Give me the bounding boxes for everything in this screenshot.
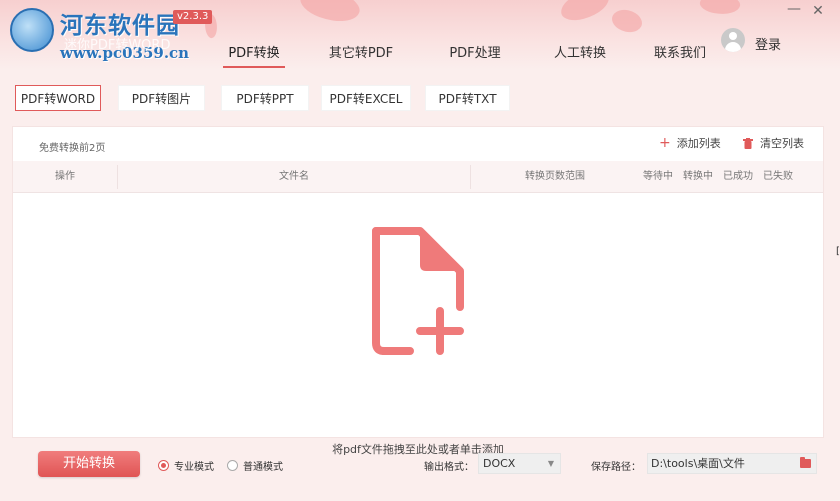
column-header-filename: 文件名 — [279, 171, 309, 182]
nav-tab-manual-convert[interactable]: 人工转换 — [530, 44, 630, 68]
dropdown-caret-icon: ▼ — [547, 459, 554, 468]
decor-petal — [608, 3, 646, 39]
file-list-panel: 免费转换前2页 + 添加列表 清空列表 操作 文件名 转换页数范围 等待中 转换… — [12, 126, 824, 456]
mode-professional[interactable]: 专业模式 — [158, 458, 214, 473]
subtab-pdf-to-word[interactable]: PDF转WORD — [15, 85, 101, 111]
mode-normal[interactable]: 普通模式 — [227, 458, 283, 473]
save-path-value: D:\tools\桌面\文件 — [651, 457, 745, 470]
watermark-logo-icon — [10, 8, 54, 52]
nav-tab-pdf-process[interactable]: PDF处理 — [425, 44, 525, 68]
add-file-icon[interactable] — [370, 227, 466, 355]
clear-list-label: 清空列表 — [760, 137, 804, 150]
mode-professional-label: 专业模式 — [174, 462, 214, 473]
column-header-page-range: 转换页数范围 — [525, 171, 585, 182]
save-path-label: 保存路径： — [591, 462, 641, 473]
decor-petal — [698, 0, 742, 18]
nav-tab-other-to-pdf[interactable]: 其它转PDF — [309, 44, 413, 68]
user-avatar-icon[interactable] — [721, 28, 745, 52]
column-header-succeeded: 已成功 — [723, 171, 753, 182]
column-header-waiting: 等待中 — [643, 171, 673, 182]
decor-petal — [557, 0, 613, 25]
start-convert-button[interactable]: 开始转换 — [38, 451, 140, 477]
clear-list-button[interactable]: 清空列表 — [743, 135, 804, 151]
main-nav: PDF转换 其它转PDF PDF处理 人工转换 联系我们 — [215, 44, 730, 68]
minimize-icon[interactable]: — — [785, 2, 803, 18]
header: 河东软件园 www.pc0359.cn 迷你PDF转WORD v2.3.3 PD… — [0, 0, 840, 70]
version-badge: v2.3.3 — [173, 10, 213, 24]
drop-area[interactable]: 将pdf文件拖拽至此处或者单击添加 — [13, 193, 823, 456]
format-label: 输出格式： — [424, 462, 474, 473]
subtab-pdf-to-txt[interactable]: PDF转TXT — [425, 85, 510, 111]
trash-icon — [743, 137, 753, 149]
plus-icon: + — [659, 135, 671, 151]
subtab-pdf-to-ppt[interactable]: PDF转PPT — [221, 85, 309, 111]
column-header-action: 操作 — [55, 171, 75, 182]
table-header: 操作 文件名 转换页数范围 等待中 转换中 已成功 已失败 — [13, 161, 823, 193]
radio-unselected-icon[interactable] — [227, 460, 238, 471]
login-link[interactable]: 登录 — [755, 34, 781, 53]
edge-glyph: [ — [836, 246, 840, 257]
free-note: 免费转换前2页 — [39, 143, 106, 154]
subtab-pdf-to-image[interactable]: PDF转图片 — [118, 85, 205, 111]
app-window: 河东软件园 www.pc0359.cn 迷你PDF转WORD v2.3.3 PD… — [0, 0, 840, 501]
add-list-label: 添加列表 — [676, 137, 721, 150]
nav-tab-pdf-convert[interactable]: PDF转换 — [215, 44, 293, 68]
mode-normal-label: 普通模式 — [243, 462, 283, 473]
subtab-pdf-to-excel[interactable]: PDF转EXCEL — [321, 85, 411, 111]
save-path-input[interactable]: D:\tools\桌面\文件 — [647, 453, 817, 474]
close-icon[interactable]: ✕ — [809, 3, 827, 19]
nav-tab-contact[interactable]: 联系我们 — [630, 44, 730, 68]
add-list-button[interactable]: + 添加列表 — [659, 135, 721, 151]
app-name: 迷你PDF转WORD — [64, 38, 171, 53]
folder-icon[interactable] — [800, 457, 811, 468]
format-value: DOCX — [483, 457, 516, 470]
column-header-failed: 已失败 — [763, 171, 793, 182]
radio-selected-icon[interactable] — [158, 460, 169, 471]
decor-petal — [296, 0, 364, 30]
column-header-converting: 转换中 — [683, 171, 713, 182]
format-select[interactable]: DOCX ▼ — [478, 453, 561, 474]
